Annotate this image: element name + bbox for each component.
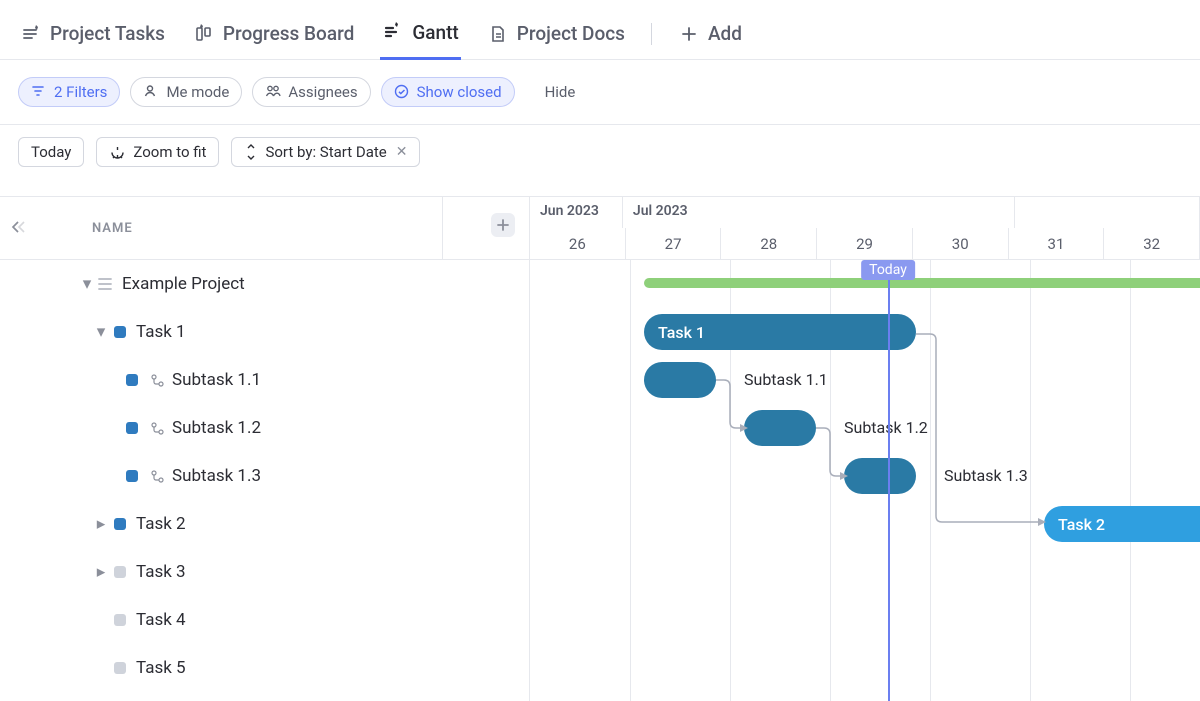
tab-label: Project Tasks (50, 22, 165, 45)
button-label: Today (31, 143, 71, 161)
tree-row-task3[interactable]: ▸ Task 3 (0, 548, 529, 596)
row-label: Task 4 (136, 610, 186, 630)
status-dot (114, 326, 126, 338)
pin-gantt-icon (382, 21, 404, 43)
status-dot (114, 614, 126, 626)
sort-by-button[interactable]: Sort by: Start Date ✕ (231, 137, 420, 167)
assignees-chip[interactable]: Assignees (252, 77, 370, 107)
timeline-body[interactable]: Today Task 1 Subtask 1.1 Subtask 1.2 Sub… (530, 260, 1200, 701)
list-icon (96, 275, 114, 293)
timeline-month: Jun 2023 (530, 197, 623, 228)
button-label: Sort by: Start Date (265, 143, 386, 161)
row-label: Task 5 (136, 658, 186, 678)
timeline-week: 32 (1104, 228, 1200, 260)
tree-row-task1[interactable]: ▾ Task 1 (0, 308, 529, 356)
status-dot (114, 566, 126, 578)
task-tree-panel: NAME ▾ Example Project ▾ Task 1 (0, 197, 530, 701)
subtask-icon (148, 467, 166, 485)
timeline-week: 30 (913, 228, 1009, 260)
row-label: Subtask 1.2 (172, 418, 261, 438)
row-label: Task 1 (136, 322, 186, 342)
timeline-week: 26 (530, 228, 626, 260)
tab-label: Add (708, 22, 742, 45)
pin-board-icon (193, 23, 215, 45)
show-closed-chip[interactable]: Show closed (381, 77, 515, 107)
me-mode-chip[interactable]: Me mode (130, 77, 242, 107)
tab-divider (651, 23, 652, 45)
subtask-icon (148, 419, 166, 437)
tree-row-task5[interactable]: Task 5 (0, 644, 529, 692)
today-pill: Today (861, 260, 915, 280)
caret-down-icon[interactable]: ▾ (78, 274, 96, 294)
caret-right-icon[interactable]: ▸ (92, 514, 110, 534)
tab-add-view[interactable]: Add (676, 8, 744, 60)
filter-bar: 2 Filters Me mode Assignees Show closed … (0, 60, 1200, 125)
tree-row-subtask11[interactable]: Subtask 1.1 (0, 356, 529, 404)
row-label: Subtask 1.3 (172, 466, 261, 486)
dependency-lines (530, 260, 1200, 580)
timeline-week: 27 (626, 228, 722, 260)
tree-row-subtask12[interactable]: Subtask 1.2 (0, 404, 529, 452)
gantt-toolbar: Today Zoom to fit Sort by: Start Date ✕ (0, 125, 1200, 179)
row-label: Subtask 1.1 (172, 370, 261, 390)
row-label: Example Project (122, 274, 245, 294)
tree-row-task4[interactable]: Task 4 (0, 596, 529, 644)
view-tabs: Project Tasks Progress Board Gantt Proje… (0, 0, 1200, 60)
timeline-panel[interactable]: Jun 2023Jul 2023 26272829303132 Today Ta… (530, 197, 1200, 701)
status-dot (126, 422, 138, 434)
tab-label: Progress Board (223, 22, 354, 45)
pin-list-icon (20, 23, 42, 45)
today-button[interactable]: Today (18, 137, 84, 167)
tab-progress-board[interactable]: Progress Board (191, 8, 356, 60)
plus-icon (678, 23, 700, 45)
timeline-week: 28 (721, 228, 817, 260)
tab-project-tasks[interactable]: Project Tasks (18, 8, 167, 60)
column-splitter[interactable] (442, 197, 443, 259)
add-column-button[interactable] (491, 213, 515, 237)
people-icon (265, 84, 281, 100)
chip-label: 2 Filters (54, 83, 107, 101)
status-dot (126, 374, 138, 386)
tree-row-task2[interactable]: ▸ Task 2 (0, 500, 529, 548)
timeline-header: Jun 2023Jul 2023 26272829303132 (530, 197, 1200, 260)
zoom-fit-icon (109, 144, 126, 161)
filter-icon (31, 84, 47, 100)
task-tree: ▾ Example Project ▾ Task 1 Subtask 1.1 (0, 260, 529, 701)
row-label: Task 2 (136, 514, 186, 534)
timeline-month: Jul 2023 (623, 197, 1015, 228)
close-icon[interactable]: ✕ (396, 144, 408, 160)
chip-label: Show closed (417, 83, 502, 101)
button-label: Zoom to fit (133, 143, 206, 161)
tree-row-project[interactable]: ▾ Example Project (0, 260, 529, 308)
subtask-icon (148, 371, 166, 389)
zoom-fit-button[interactable]: Zoom to fit (96, 137, 219, 167)
status-dot (114, 662, 126, 674)
collapse-panel-icon[interactable] (6, 215, 30, 239)
timeline-week: 29 (817, 228, 913, 260)
tree-header: NAME (0, 197, 529, 260)
today-line (888, 260, 890, 701)
tree-row-subtask13[interactable]: Subtask 1.3 (0, 452, 529, 500)
tab-label: Gantt (412, 21, 458, 44)
chip-label: Me mode (166, 83, 229, 101)
doc-icon (487, 23, 509, 45)
status-dot (114, 518, 126, 530)
hide-button[interactable]: Hide (545, 83, 576, 101)
gantt-main: NAME ▾ Example Project ▾ Task 1 (0, 196, 1200, 701)
filters-chip[interactable]: 2 Filters (18, 77, 120, 107)
caret-down-icon[interactable]: ▾ (92, 322, 110, 342)
column-header-name: NAME (92, 221, 133, 236)
chip-label: Assignees (288, 83, 357, 101)
status-dot (126, 470, 138, 482)
timeline-month (1015, 197, 1200, 228)
tab-project-docs[interactable]: Project Docs (485, 8, 627, 60)
caret-right-icon[interactable]: ▸ (92, 562, 110, 582)
timeline-week: 31 (1009, 228, 1105, 260)
tab-gantt[interactable]: Gantt (380, 8, 460, 60)
sort-icon (244, 144, 258, 160)
tab-label: Project Docs (517, 22, 625, 45)
check-circle-icon (394, 84, 410, 100)
row-label: Task 3 (136, 562, 186, 582)
person-icon (143, 84, 159, 100)
